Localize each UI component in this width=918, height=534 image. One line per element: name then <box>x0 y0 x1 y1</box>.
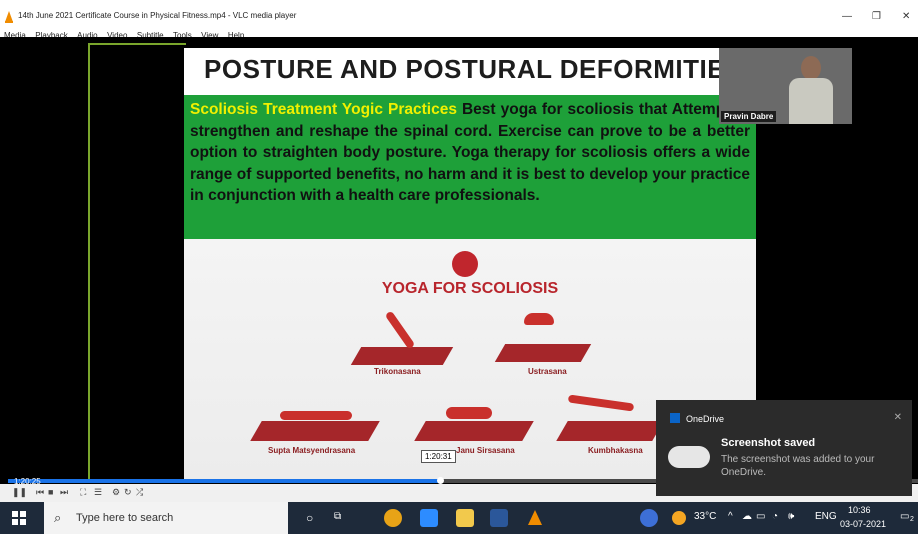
stop-button[interactable]: ■ <box>48 487 53 497</box>
file-explorer-icon[interactable] <box>456 509 474 527</box>
mat <box>494 344 592 362</box>
search-icon: ⌕ <box>54 510 62 525</box>
slide-highlight: Scoliosis Treatment Yogic Practices <box>190 101 457 118</box>
onedrive-toast[interactable]: OneDrive ✕ Screenshot saved The screensh… <box>656 400 912 496</box>
taskbar: ⌕ Type here to search ○ ⧉ 33°C ^ ☁ ▭ ◔ 🕪… <box>0 502 918 534</box>
vlc-taskbar-icon[interactable] <box>526 509 544 527</box>
pause-button[interactable]: ❚❚ <box>12 487 27 498</box>
network-icon[interactable]: ◔ <box>772 511 778 522</box>
toast-app-name: OneDrive <box>686 414 725 424</box>
participant-video: Pravin Dabre <box>719 48 852 124</box>
seek-progress[interactable] <box>8 479 442 483</box>
previous-button[interactable]: ⏮ <box>36 487 44 498</box>
toast-close-icon[interactable]: ✕ <box>894 412 902 423</box>
menu-bar: Media Playback Audio Video Subtitle Tool… <box>0 23 918 40</box>
zoom-icon[interactable] <box>420 509 438 527</box>
chrome-icon[interactable] <box>384 509 402 527</box>
clock-time[interactable]: 10:36 <box>848 505 871 515</box>
clock-date[interactable]: 03-07-2021 <box>840 519 886 529</box>
participant-head <box>801 56 821 80</box>
pose-figure <box>384 310 416 350</box>
vlc-cone-icon <box>5 11 13 23</box>
slide-heading: POSTURE AND POSTURAL DEFORMITIE <box>204 54 726 84</box>
mat <box>250 421 380 441</box>
pose-label: Janu Sirsasana <box>456 446 515 455</box>
windows-start-icon[interactable] <box>12 511 26 525</box>
tray-overflow-icon[interactable]: ^ <box>728 511 733 522</box>
yoga-logo-icon <box>452 251 478 277</box>
mat <box>556 421 664 441</box>
top-band <box>0 0 918 8</box>
battery-icon[interactable]: ▭ <box>756 511 765 522</box>
extended-settings-button[interactable]: ⚙ <box>112 487 120 498</box>
help-icon[interactable] <box>640 509 658 527</box>
participant-body <box>789 78 833 124</box>
window-title: 14th June 2021 Certificate Course in Phy… <box>18 11 297 20</box>
minimize-button[interactable]: — <box>842 11 852 22</box>
notification-count: 2 <box>910 516 914 523</box>
seek-tooltip: 1:20:31 <box>421 450 456 463</box>
onedrive-tray-icon[interactable]: ☁ <box>742 511 752 522</box>
pose-label: Kumbhakasna <box>588 446 643 455</box>
word-icon[interactable] <box>490 509 508 527</box>
temperature: 33°C <box>694 511 717 522</box>
pose-label: Ustrasana <box>528 367 567 376</box>
playlist-button[interactable]: ☰ <box>94 487 102 498</box>
participant-name: Pravin Dabre <box>721 111 777 122</box>
next-button[interactable]: ⏭ <box>60 487 68 498</box>
task-view-icon[interactable]: ⧉ <box>334 511 341 522</box>
search-placeholder: Type here to search <box>76 512 174 524</box>
close-button[interactable]: ✕ <box>902 11 910 22</box>
pose-figure <box>524 313 554 325</box>
pose-figure <box>280 411 352 420</box>
cloud-icon <box>668 446 710 468</box>
cortana-icon[interactable]: ○ <box>306 511 313 525</box>
slide-frame <box>88 43 186 481</box>
search-box[interactable]: ⌕ Type here to search <box>44 502 288 534</box>
fullscreen-button[interactable]: ⛶ <box>80 487 86 498</box>
seek-handle[interactable] <box>437 477 444 484</box>
notification-icon[interactable]: ▭ <box>900 511 909 522</box>
weather-icon <box>672 511 686 525</box>
mat <box>414 421 534 441</box>
shuffle-button[interactable]: ⤮ <box>136 487 143 498</box>
poster-title: YOGA FOR SCOLIOSIS <box>381 280 559 297</box>
toast-heading: Screenshot saved <box>721 437 816 449</box>
onedrive-app-icon <box>670 413 680 423</box>
toast-body: The screenshot was added to your OneDriv… <box>721 454 875 478</box>
volume-icon[interactable]: 🕪 <box>788 511 794 522</box>
pose-label: Trikonasana <box>374 367 421 376</box>
slide-text-box: Scoliosis Treatment Yogic Practices Best… <box>184 95 756 239</box>
pose-label: Supta Matsyendrasana <box>268 446 356 455</box>
language-indicator[interactable]: ENG <box>815 511 837 522</box>
loop-button[interactable]: ↻ <box>124 487 132 498</box>
pose-figure <box>446 407 492 419</box>
restore-button[interactable]: ❐ <box>872 11 881 22</box>
pose-figure <box>567 394 635 412</box>
mat <box>350 347 454 365</box>
